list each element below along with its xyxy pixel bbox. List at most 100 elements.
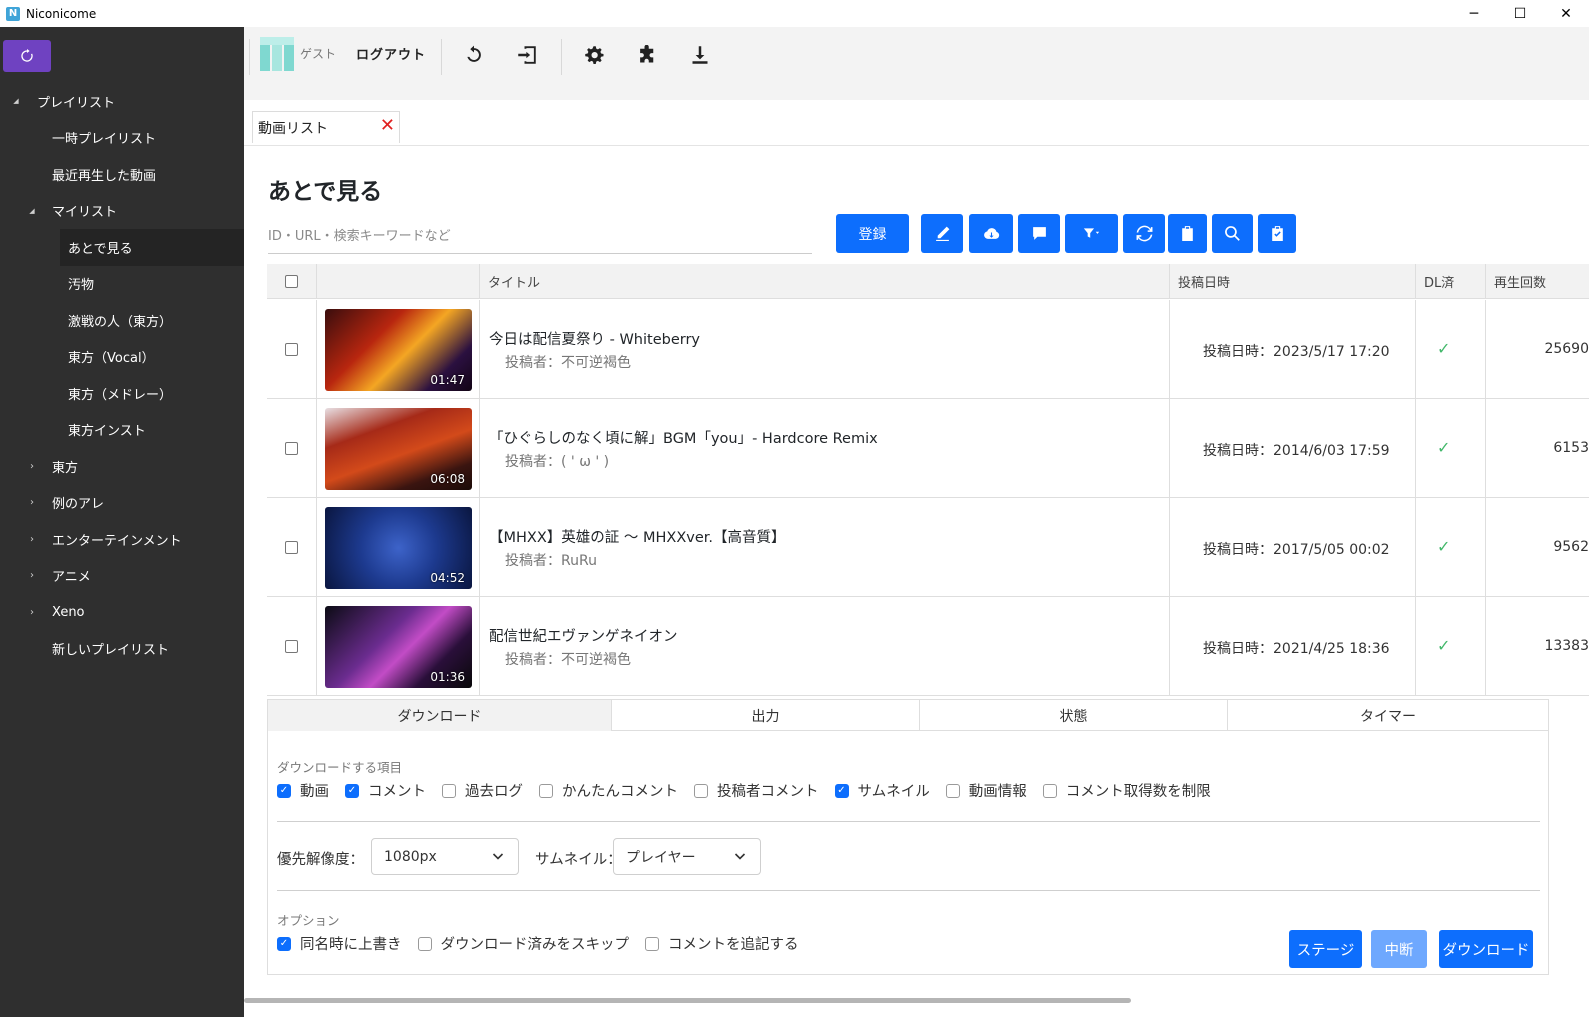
row-checkbox[interactable] <box>285 541 298 554</box>
downloaded-column-header[interactable]: DL済 <box>1415 264 1485 299</box>
sidebar-refresh-button[interactable] <box>3 40 51 72</box>
expand-toggle-icon[interactable]: › <box>26 606 38 618</box>
option-checkbox[interactable]: ✓ コメント <box>345 780 426 801</box>
sidebar-item[interactable]: 最近再生した動画 <box>0 156 244 193</box>
checkbox-checked-icon[interactable]: ✓ <box>834 783 849 798</box>
minimize-button[interactable]: ─ <box>1451 0 1497 27</box>
option-checkbox[interactable]: コメント取得数を制限 <box>1042 780 1211 801</box>
option-checkbox[interactable]: ✓ サムネイル <box>834 780 930 801</box>
filter-dropdown-button[interactable] <box>1065 214 1118 253</box>
table-row[interactable]: 06:08 「ひぐらしのなく頃に解」BGM「you」- Hardcore Remi… <box>267 399 1589 498</box>
cloud-download-button[interactable] <box>969 214 1013 253</box>
sidebar-item[interactable]: 東方（Vocal） <box>0 339 244 376</box>
video-upload-date: 投稿日時：2014/6/03 17:59 <box>1203 443 1390 459</box>
date-column-header[interactable]: 投稿日時 <box>1169 264 1415 299</box>
checkbox-unchecked-icon[interactable] <box>442 783 456 798</box>
expand-toggle-icon[interactable]: › <box>26 497 38 509</box>
checkbox-unchecked-icon[interactable] <box>645 936 659 951</box>
video-thumbnail[interactable]: 04:52 <box>325 507 472 589</box>
sidebar-item[interactable]: 新しいプレイリスト <box>0 631 244 668</box>
option-checkbox[interactable]: 投稿者コメント <box>694 780 819 801</box>
table-row[interactable]: 01:36 配信世紀エヴァンゲネイオン 投稿者：不可逆褐色 投稿日時：2021/4/2… <box>267 597 1589 696</box>
video-title[interactable]: 今日は配信夏祭り - Whiteberry <box>489 328 700 349</box>
expand-toggle-icon[interactable]: › <box>26 460 38 472</box>
option-checkbox[interactable]: ✓ 動画 <box>277 780 329 801</box>
tab-close-icon[interactable]: ✕ <box>380 117 395 135</box>
expand-toggle-icon[interactable]: › <box>26 533 38 545</box>
table-row[interactable]: 01:47 今日は配信夏祭り - Whiteberry 投稿者：不可逆褐色 投稿日時：… <box>267 300 1589 399</box>
table-row[interactable]: 04:52 【MHXX】英雄の証 ～ MHXXver.【高音質】 投稿者：RuRu 投… <box>267 498 1589 597</box>
sidebar-item[interactable]: 一時プレイリスト <box>0 120 244 157</box>
sidebar-item[interactable]: › アニメ <box>0 558 244 595</box>
sign-in-icon[interactable] <box>513 41 541 69</box>
video-title[interactable]: 「ひぐらしのなく頃に解」BGM「you」- Hardcore Remix <box>489 427 878 448</box>
select-all-checkbox[interactable] <box>285 275 298 288</box>
clipboard-button[interactable] <box>1168 214 1207 253</box>
checkbox-checked-icon[interactable]: ✓ <box>277 783 291 798</box>
video-title[interactable]: 配信世紀エヴァンゲネイオン <box>489 625 678 646</box>
sidebar-item[interactable]: 汚物 <box>0 266 244 303</box>
option-checkbox[interactable]: コメントを追記する <box>645 933 799 954</box>
option-checkbox[interactable]: かんたんコメント <box>539 780 678 801</box>
collapse-toggle-icon[interactable]: ◢ <box>10 95 22 107</box>
puzzle-icon[interactable] <box>633 41 661 69</box>
register-button[interactable]: 登録 <box>836 214 909 253</box>
download-icon[interactable] <box>686 41 714 69</box>
row-checkbox[interactable] <box>285 343 298 356</box>
abort-button[interactable]: 中断 <box>1371 930 1427 968</box>
checkbox-checked-icon[interactable]: ✓ <box>345 783 359 798</box>
sidebar-item[interactable]: › Xeno <box>0 594 244 631</box>
row-checkbox[interactable] <box>285 442 298 455</box>
expand-toggle-icon[interactable]: › <box>26 570 38 582</box>
checkbox-unchecked-icon[interactable] <box>694 783 708 798</box>
checkbox-unchecked-icon[interactable] <box>945 783 960 798</box>
close-window-button[interactable]: ✕ <box>1543 0 1589 27</box>
sidebar-item[interactable]: ◢ プレイリスト <box>0 83 244 120</box>
tab-video-list[interactable]: 動画リスト ✕ <box>252 111 400 143</box>
row-checkbox[interactable] <box>285 640 298 653</box>
option-checkbox[interactable]: ✓ 同名時に上書き <box>277 933 402 954</box>
collapse-toggle-icon[interactable]: ◢ <box>26 205 38 217</box>
search-input[interactable] <box>268 220 812 254</box>
checkbox-unchecked-icon[interactable] <box>1042 783 1057 798</box>
sidebar-item[interactable]: › 例のアレ <box>0 485 244 522</box>
resolution-select[interactable]: 1080px <box>371 838 519 875</box>
video-thumbnail[interactable]: 01:47 <box>325 309 472 391</box>
title-column-header[interactable]: タイトル <box>479 264 1169 299</box>
views-column-header[interactable]: 再生回数 <box>1485 264 1589 299</box>
sidebar-item[interactable]: 東方インスト <box>0 412 244 449</box>
download-button[interactable]: ダウンロード <box>1439 930 1533 968</box>
checkbox-checked-icon[interactable]: ✓ <box>277 936 291 951</box>
horizontal-scrollbar[interactable] <box>244 998 1131 1003</box>
video-thumbnail[interactable]: 01:36 <box>325 606 472 688</box>
sidebar-item[interactable]: ◢ マイリスト <box>0 193 244 230</box>
sync-button[interactable] <box>1123 214 1165 253</box>
sidebar-item[interactable]: › エンターテインメント <box>0 521 244 558</box>
sidebar-item[interactable]: 東方（メドレー） <box>0 375 244 412</box>
edit-button[interactable] <box>921 214 963 253</box>
checkbox-unchecked-icon[interactable] <box>417 936 432 951</box>
stage-button[interactable]: ステージ <box>1289 930 1362 968</box>
option-checkbox[interactable]: 動画情報 <box>945 780 1027 801</box>
checkbox-unchecked-icon[interactable] <box>539 783 553 798</box>
tab-download[interactable]: ダウンロード <box>268 700 611 731</box>
tab-status[interactable]: 状態 <box>919 700 1227 731</box>
video-title[interactable]: 【MHXX】英雄の証 ～ MHXXver.【高音質】 <box>489 526 786 547</box>
tab-timer[interactable]: タイマー <box>1227 700 1548 731</box>
tab-output[interactable]: 出力 <box>611 700 919 731</box>
thumbnail-select[interactable]: プレイヤー <box>613 838 761 875</box>
sidebar-item[interactable]: › 東方 <box>0 448 244 485</box>
video-thumbnail[interactable]: 06:08 <box>325 408 472 490</box>
sidebar-item[interactable]: 激戦の人（東方） <box>0 302 244 339</box>
logout-button[interactable]: ログアウト <box>356 44 426 63</box>
comment-button[interactable] <box>1018 214 1060 253</box>
search-button[interactable] <box>1212 214 1253 253</box>
toolbar-separator <box>249 39 250 75</box>
maximize-button[interactable]: ☐ <box>1497 0 1543 27</box>
option-checkbox[interactable]: 過去ログ <box>442 780 523 801</box>
clipboard-check-button[interactable] <box>1258 214 1296 253</box>
option-checkbox[interactable]: ダウンロード済みをスキップ <box>417 933 629 954</box>
gear-icon[interactable] <box>580 41 608 69</box>
restore-icon[interactable] <box>460 41 488 69</box>
sidebar-item[interactable]: あとで見る <box>60 229 244 266</box>
